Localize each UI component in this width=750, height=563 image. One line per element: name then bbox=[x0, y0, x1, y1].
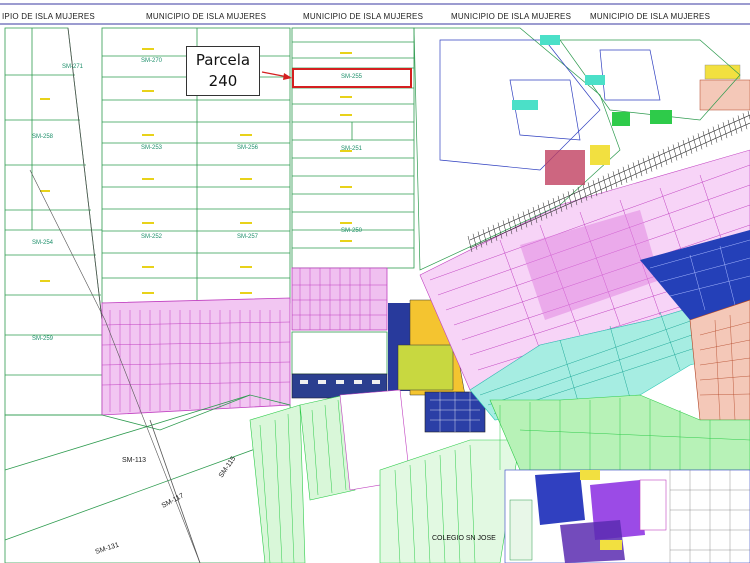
railway-tie bbox=[722, 122, 728, 139]
callout-title: Parcela bbox=[195, 51, 251, 69]
railway-tie bbox=[657, 151, 663, 168]
railway-tie bbox=[737, 115, 743, 132]
sm-label: SM-258 bbox=[32, 134, 54, 140]
railway-tie bbox=[667, 146, 673, 163]
railway-tie bbox=[742, 113, 748, 130]
label-colegio-sn-jose: COLEGIO SN JOSE bbox=[432, 535, 496, 542]
header-label: IPIO DE ISLA MUJERES bbox=[2, 12, 95, 21]
sm-label: SM-257 bbox=[237, 234, 259, 240]
railway-tie bbox=[622, 166, 628, 183]
magenta-subdivision bbox=[101, 297, 291, 416]
railway-tie bbox=[617, 168, 623, 186]
railway-tie bbox=[602, 175, 608, 192]
callout-arrow bbox=[261, 71, 292, 80]
railway-tie bbox=[672, 144, 678, 161]
railway-tie bbox=[607, 173, 613, 190]
header-label: MUNICIPIO DE ISLA MUJERES bbox=[303, 12, 423, 21]
railway-tie bbox=[637, 160, 643, 177]
municipality-header: IPIO DE ISLA MUJERES MUNICIPIO DE ISLA M… bbox=[0, 3, 750, 25]
header-label: MUNICIPIO DE ISLA MUJERES bbox=[451, 12, 571, 21]
sm-label: SM-270 bbox=[141, 58, 163, 64]
upper-right-markers bbox=[512, 35, 672, 185]
railway-tie bbox=[677, 142, 683, 159]
sm-label: SM-271 bbox=[62, 64, 84, 70]
railway-tie bbox=[687, 137, 693, 154]
railway-tie bbox=[662, 148, 668, 166]
zone-label-sm131: SM-131 bbox=[94, 542, 120, 556]
parcel-callout: Parcela 240 bbox=[186, 46, 260, 96]
sm-label: SM-253 bbox=[141, 145, 163, 151]
railway-tie bbox=[597, 177, 603, 195]
railway-tie bbox=[692, 135, 698, 152]
railway-tie bbox=[612, 171, 618, 188]
railway-tie bbox=[717, 124, 723, 141]
sm-label: SM-252 bbox=[141, 234, 163, 240]
sm-label: SM-254 bbox=[32, 240, 54, 246]
railway-tie bbox=[712, 126, 718, 143]
railway-tie bbox=[652, 153, 658, 170]
railway-tie bbox=[592, 180, 598, 197]
cadastral-map: IPIO DE ISLA MUJERES MUNICIPIO DE ISLA M… bbox=[0, 3, 750, 563]
railway-tie bbox=[702, 131, 708, 148]
zone-label-sm117: SM-117 bbox=[161, 492, 186, 509]
sm-label: SM-251 bbox=[341, 146, 363, 152]
railway-tie bbox=[647, 155, 653, 172]
sm-label: SM-256 bbox=[237, 145, 259, 151]
railway-tie bbox=[727, 119, 733, 136]
railway-tie bbox=[627, 164, 633, 181]
sm-label: SM-250 bbox=[341, 228, 363, 234]
zone-label-sm113: SM-113 bbox=[122, 457, 146, 464]
railway-tie bbox=[467, 235, 473, 253]
railway-tie bbox=[632, 162, 638, 179]
header-label: MUNICIPIO DE ISLA MUJERES bbox=[590, 12, 710, 21]
railway-tie bbox=[707, 128, 713, 145]
railway-tie bbox=[642, 157, 648, 174]
sm-label: SM-259 bbox=[32, 336, 54, 342]
railway-tie bbox=[697, 133, 703, 150]
railway-tie bbox=[682, 139, 688, 157]
magenta-block-center bbox=[291, 267, 388, 399]
header-label: MUNICIPIO DE ISLA MUJERES bbox=[146, 12, 266, 21]
sm-label: SM-255 bbox=[341, 74, 363, 80]
railway-tie bbox=[732, 117, 738, 134]
lower-right-urban bbox=[504, 469, 750, 563]
callout-number: 240 bbox=[208, 72, 238, 90]
